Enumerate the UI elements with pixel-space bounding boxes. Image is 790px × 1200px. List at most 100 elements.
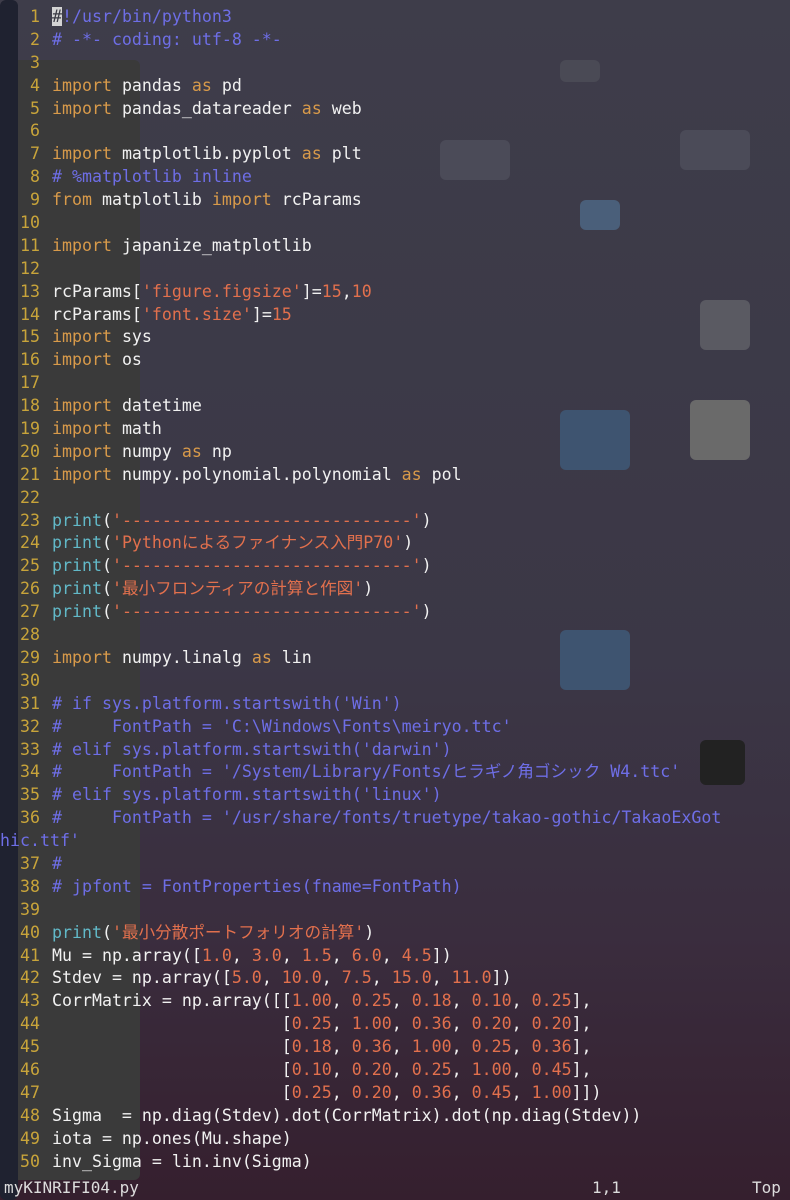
code-line[interactable]: 36 # FontPath = '/usr/share/fonts/truetyp… [0,807,790,830]
code-line[interactable]: 10 [0,212,790,235]
code-line[interactable]: 26 print('最小フロンティアの計算と作図') [0,578,790,601]
code-token: from [52,190,92,210]
code-line[interactable]: 23 print('-----------------------------') [0,510,790,533]
code-line[interactable]: 47 [0.25, 0.20, 0.36, 0.45, 1.00]]) [0,1082,790,1105]
code-token: as [301,144,322,164]
code-token: import [52,464,112,484]
line-code: # [52,853,62,876]
code-line[interactable]: 39 [0,899,790,922]
line-number: 37 [20,853,40,873]
code-token: , [391,1014,412,1034]
code-line[interactable]: 31 # if sys.platform.startswith('Win') [0,693,790,716]
code-token: 0.25 [411,1059,452,1079]
line-number: 4 [30,75,40,95]
code-line[interactable]: 12 [0,258,790,281]
code-line[interactable]: 11 import japanize_matplotlib [0,235,790,258]
line-code: import matplotlib.pyplot as plt [52,143,362,166]
line-number: 41 [20,945,40,965]
code-line[interactable]: 37 # [0,853,790,876]
line-code: #!/usr/bin/python3 [52,6,232,29]
code-token: print [52,533,102,553]
code-line[interactable]: 41 Mu = np.array([1.0, 3.0, 1.5, 6.0, 4.5… [0,945,790,968]
line-number: 50 [20,1151,40,1171]
code-line[interactable]: 6 [0,120,790,143]
code-line[interactable]: 17 [0,372,790,395]
code-line[interactable]: 18 import datetime [0,395,790,418]
code-token: pandas_datareader [111,98,302,118]
code-token: , [511,1059,532,1079]
line-number: 17 [20,373,40,393]
line-code: import math [52,418,162,441]
code-token: os [111,350,142,370]
code-token: as [251,647,272,667]
code-token: 0.20 [471,1014,512,1034]
code-token: 0.10 [471,991,512,1011]
code-line[interactable]: 35 # elif sys.platform.startswith('linux'… [0,784,790,807]
code-token: ]]) [571,1082,602,1102]
code-token: 0.36 [531,1037,572,1057]
code-token: iota = np.ones(Mu.shape) [52,1128,292,1148]
code-line[interactable]: 50 inv_Sigma = lin.inv(Sigma) [0,1151,790,1174]
code-line[interactable]: 21 import numpy.polynomial.polynomial as … [0,464,790,487]
code-line[interactable]: 38 # jpfont = FontProperties(fname=FontPa… [0,876,790,899]
code-line[interactable]: 48 Sigma = np.diag(Stdev).dot(CorrMatrix)… [0,1105,790,1128]
code-line[interactable]: 14 rcParams['font.size']=15 [0,304,790,327]
code-token: , [231,945,252,965]
code-line[interactable]: 42 Stdev = np.array([5.0, 10.0, 7.5, 15.0… [0,967,790,990]
code-line[interactable]: 2 # -*- coding: utf-8 -*- [0,29,790,52]
code-token: , [451,1014,472,1034]
line-code: import datetime [52,395,202,418]
line-number: 46 [20,1059,40,1079]
code-line[interactable]: 32 # FontPath = 'C:\Windows\Fonts\meiryo.… [0,716,790,739]
code-token: , [281,945,302,965]
code-line[interactable]: 45 [0.18, 0.36, 1.00, 0.25, 0.36], [0,1036,790,1059]
code-line[interactable]: 7 import matplotlib.pyplot as plt [0,143,790,166]
code-line[interactable]: 40 print('最小分散ポートフォリオの計算') [0,922,790,945]
code-token: , [431,968,452,988]
line-code: import os [52,349,142,372]
code-line[interactable]: 9 from matplotlib import rcParams [0,189,790,212]
code-token: datetime [111,396,202,416]
code-token: plt [321,144,362,164]
code-line[interactable]: 13 rcParams['figure.figsize']=15,10 [0,281,790,304]
code-line[interactable]: 1 #!/usr/bin/python3 [0,6,790,29]
line-code: [0.25, 1.00, 0.36, 0.20, 0.20], [52,1013,592,1036]
code-line[interactable]: 24 print('Pythonによるファイナンス入門P70') [0,532,790,555]
code-line[interactable]: 19 import math [0,418,790,441]
line-number: 6 [30,121,40,141]
code-line[interactable]: 43 CorrMatrix = np.array([[1.00, 0.25, 0.… [0,990,790,1013]
code-line[interactable]: 30 [0,670,790,693]
line-number: 38 [20,876,40,896]
code-line[interactable]: 25 print('-----------------------------') [0,555,790,578]
line-code: [0.25, 0.20, 0.36, 0.45, 1.00]]) [52,1082,602,1105]
code-token: pd [211,75,242,95]
code-token: , [331,1037,352,1057]
code-line[interactable]: 28 [0,624,790,647]
code-token: 0.25 [291,1082,332,1102]
code-line[interactable]: 46 [0.10, 0.20, 0.25, 1.00, 0.45], [0,1059,790,1082]
code-line[interactable]: 44 [0.25, 1.00, 0.36, 0.20, 0.20], [0,1013,790,1036]
code-line[interactable]: 22 [0,487,790,510]
code-token: # if sys.platform.startswith('Win') [52,693,402,713]
line-number: 28 [20,625,40,645]
code-line[interactable]: 8 # %matplotlib inline [0,166,790,189]
line-code: Stdev = np.array([5.0, 10.0, 7.5, 15.0, … [52,967,512,990]
line-code: import numpy.linalg as lin [52,647,312,670]
code-line[interactable]: 49 iota = np.ones(Mu.shape) [0,1128,790,1151]
code-line[interactable]: 27 print('-----------------------------') [0,601,790,624]
code-token: 6.0 [351,945,382,965]
code-line[interactable]: hic.ttf' [0,830,790,853]
code-editor[interactable]: 1 #!/usr/bin/python3 2 # -*- coding: utf-8 … [0,6,790,1178]
code-token: ( [101,579,112,599]
code-line[interactable]: 16 import os [0,349,790,372]
code-line[interactable]: 5 import pandas_datareader as web [0,98,790,121]
line-code: inv_Sigma = lin.inv(Sigma) [52,1151,312,1174]
code-line[interactable]: 33 # elif sys.platform.startswith('darwin… [0,739,790,762]
line-code: # FontPath = 'C:\Windows\Fonts\meiryo.tt… [52,716,512,739]
code-line[interactable]: 15 import sys [0,326,790,349]
code-line[interactable]: 34 # FontPath = '/System/Library/Fonts/ヒラ… [0,761,790,784]
code-line[interactable]: 4 import pandas as pd [0,75,790,98]
code-line[interactable]: 29 import numpy.linalg as lin [0,647,790,670]
code-line[interactable]: 3 [0,52,790,75]
code-line[interactable]: 20 import numpy as np [0,441,790,464]
